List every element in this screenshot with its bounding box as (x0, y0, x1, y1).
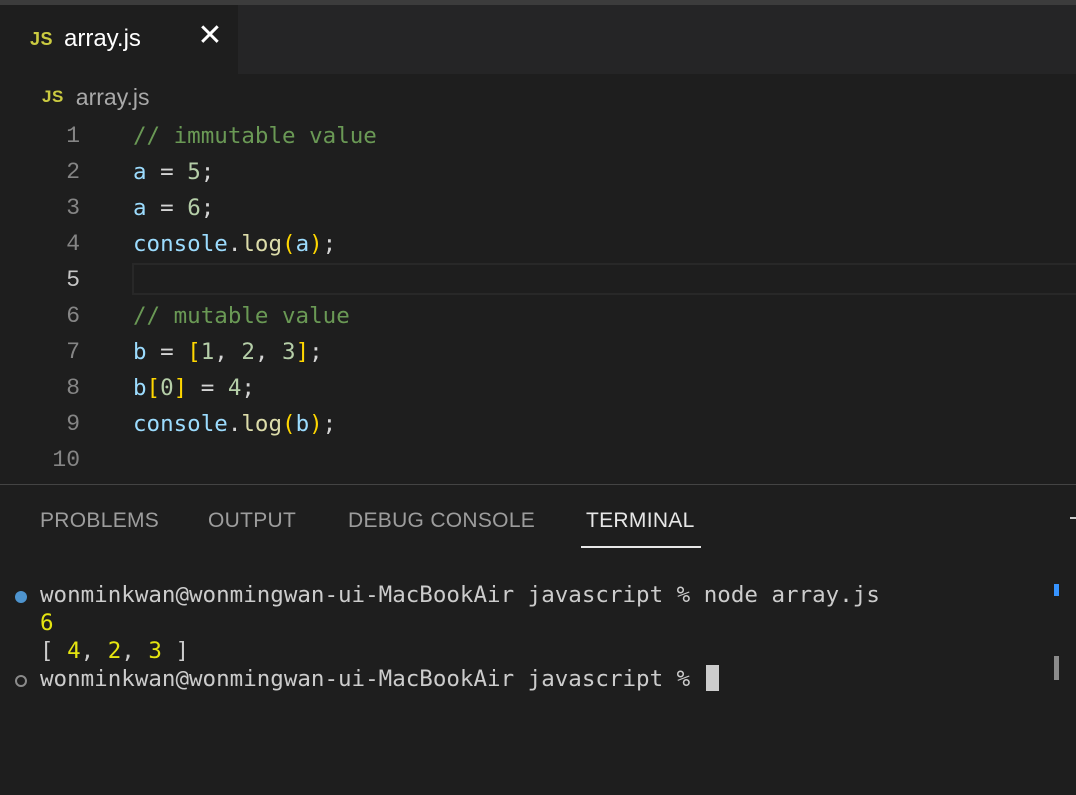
output-bracket: [ (40, 638, 68, 664)
line-number: 8 (66, 375, 80, 401)
line-number: 7 (66, 339, 80, 365)
tab-output[interactable]: OUTPUT (208, 509, 296, 533)
bottom-panel: PROBLEMS OUTPUT DEBUG CONSOLE TERMINAL w… (0, 484, 1076, 795)
code-text[interactable]: // immutable value (133, 118, 377, 154)
line-number: 5 (66, 267, 80, 293)
terminal-output-line: 6 (40, 610, 54, 636)
code-line[interactable]: 10 (0, 442, 1076, 478)
code-text[interactable]: a = 6; (133, 190, 214, 226)
command-success-dot-icon[interactable] (15, 591, 27, 603)
terminal-output-line: [ 4, 2, 3 ] (40, 637, 189, 665)
editor-tab-array-js[interactable]: JS array.js ✕ (0, 5, 238, 74)
line-number: 2 (66, 159, 80, 185)
editor-tab-bar: JS array.js ✕ (0, 5, 1076, 74)
tab-debug-console[interactable]: DEBUG CONSOLE (348, 509, 535, 533)
output-value: 2 (107, 638, 122, 664)
close-icon[interactable]: ✕ (196, 21, 224, 51)
scrollbar-marker (1054, 584, 1059, 596)
output-value: 3 (148, 638, 162, 664)
panel-action-edge (1070, 517, 1076, 519)
code-text[interactable]: b[0] = 4; (133, 370, 255, 406)
tab-filename: array.js (64, 25, 141, 52)
code-line[interactable]: 6 // mutable value (0, 298, 1076, 334)
terminal-command-line: wonminkwan@wonmingwan-ui-MacBookAir java… (40, 582, 880, 608)
line-number: 1 (66, 123, 80, 149)
code-line[interactable]: 4 console.log(a); (0, 226, 1076, 262)
code-text[interactable]: console.log(b); (133, 406, 336, 442)
code-editor[interactable]: 1 // immutable value 2 a = 5; 3 a = 6; 4… (0, 118, 1076, 478)
code-line[interactable]: 9 console.log(b); (0, 406, 1076, 442)
output-separator: , (121, 638, 149, 664)
active-tab-indicator (581, 546, 701, 548)
terminal-prompt: wonminkwan@wonmingwan-ui-MacBookAir java… (40, 666, 704, 692)
code-text[interactable]: console.log(a); (133, 226, 336, 262)
breadcrumb-filename[interactable]: array.js (76, 84, 150, 111)
tab-problems[interactable]: PROBLEMS (40, 509, 159, 533)
code-text[interactable]: a = 5; (133, 154, 214, 190)
javascript-file-icon: JS (30, 29, 54, 49)
code-line[interactable]: 3 a = 6; (0, 190, 1076, 226)
code-text[interactable]: b = [1, 2, 3]; (133, 334, 323, 370)
code-text[interactable]: // mutable value (133, 298, 350, 334)
line-number: 6 (66, 303, 80, 329)
terminal-prompt-line[interactable]: wonminkwan@wonmingwan-ui-MacBookAir java… (40, 665, 719, 693)
line-number: 10 (52, 447, 80, 473)
command-pending-dot-icon[interactable] (15, 675, 27, 687)
code-line-active[interactable]: 5 (0, 262, 1076, 298)
line-number: 3 (66, 195, 80, 221)
breadcrumb[interactable]: JS array.js (42, 82, 150, 112)
terminal-cursor (705, 665, 719, 691)
output-bracket: ] (161, 638, 190, 664)
terminal-scrollbar-thumb[interactable] (1054, 656, 1059, 680)
code-line[interactable]: 2 a = 5; (0, 154, 1076, 190)
line-number: 9 (66, 411, 80, 437)
code-line[interactable]: 7 b = [1, 2, 3]; (0, 334, 1076, 370)
javascript-file-icon: JS (42, 87, 64, 106)
current-line-highlight (132, 263, 1076, 295)
output-value: 4 (67, 638, 81, 664)
tab-terminal[interactable]: TERMINAL (586, 509, 695, 533)
code-line[interactable]: 8 b[0] = 4; (0, 370, 1076, 406)
output-separator: , (80, 638, 108, 664)
line-number: 4 (66, 231, 80, 257)
code-line[interactable]: 1 // immutable value (0, 118, 1076, 154)
